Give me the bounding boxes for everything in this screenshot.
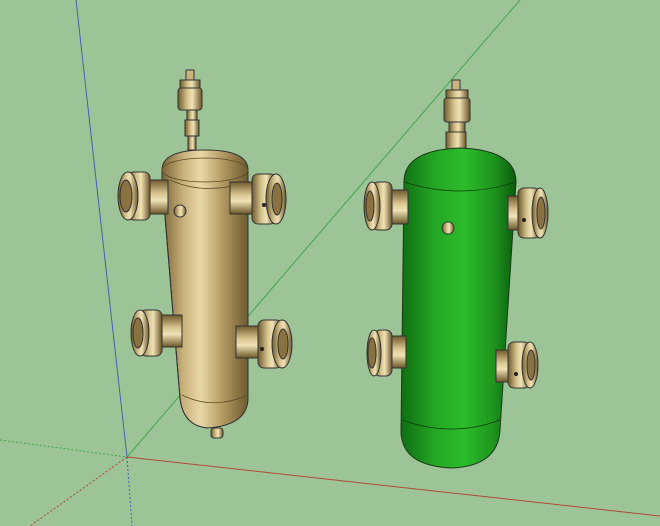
green-body [400, 147, 517, 469]
green-axis-dotted [0, 439, 128, 458]
red-axis-dotted [29, 456, 128, 526]
hydraulic-separator-green[interactable] [363, 79, 549, 469]
green-sensor-port [441, 221, 455, 235]
brass-sensor-port [173, 204, 187, 218]
brass-port-lower-left [130, 309, 183, 357]
blue-axis-dotted [126, 456, 133, 526]
blue-axis [75, 0, 128, 458]
red-axis [126, 456, 660, 517]
3d-viewport[interactable] [0, 0, 660, 526]
hydraulic-separator-brass[interactable] [117, 69, 293, 439]
green-port-upper-left [363, 181, 409, 231]
scene-canvas[interactable] [0, 0, 660, 526]
air-vent-brass [177, 69, 203, 151]
green-port-upper-right [507, 187, 549, 239]
brass-port-upper-left [117, 171, 169, 221]
axes [0, 0, 660, 526]
green-port-lower-left [366, 329, 407, 377]
